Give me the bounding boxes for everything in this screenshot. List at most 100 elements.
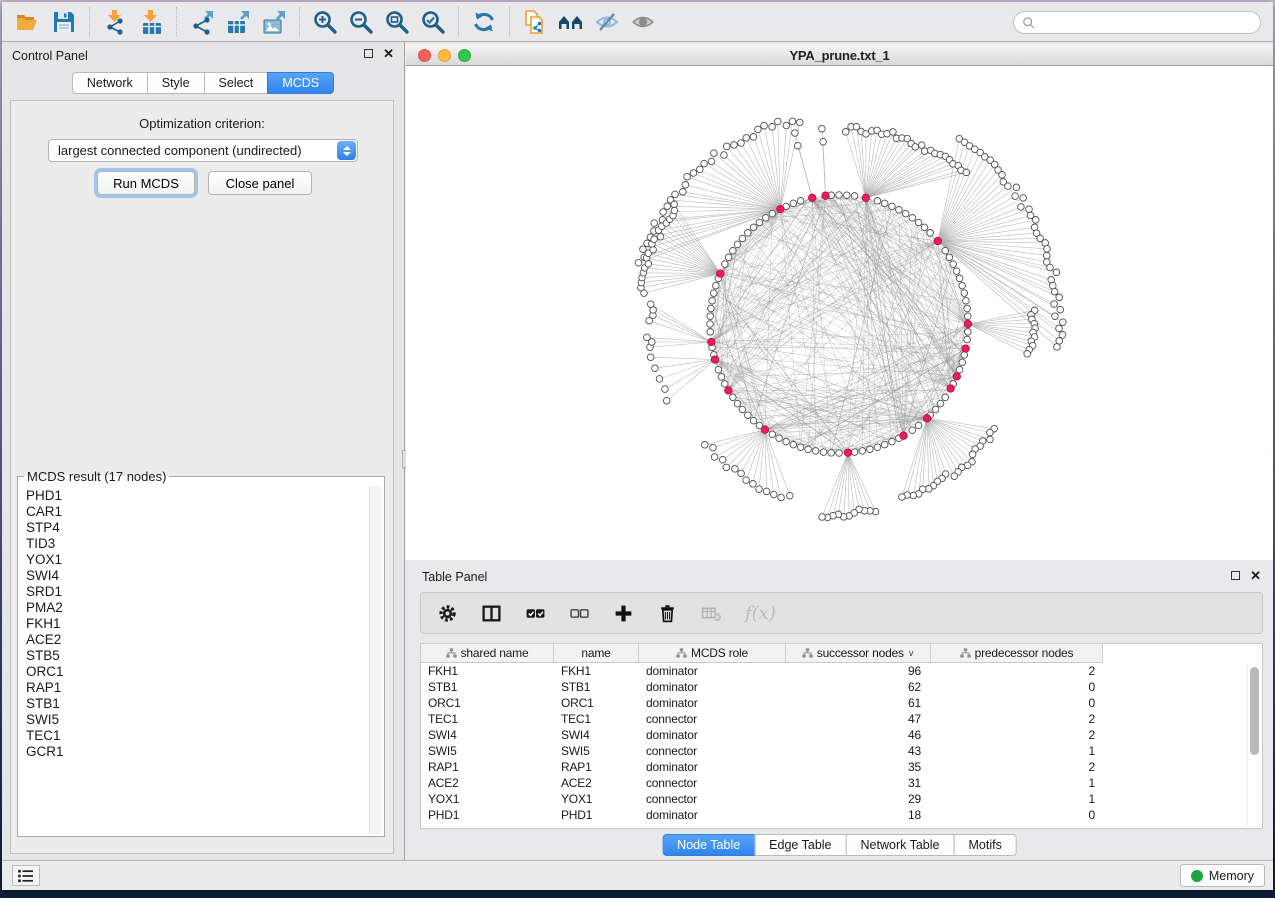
cell-successor-nodes[interactable]: 18: [786, 808, 931, 822]
table-row[interactable]: TEC1TEC1connector472: [421, 711, 1246, 727]
cell-name[interactable]: RAP1: [554, 760, 639, 774]
cell-predecessor-nodes[interactable]: 0: [931, 680, 1103, 694]
cell-name[interactable]: SWI5: [554, 744, 639, 758]
cell-name[interactable]: TEC1: [554, 712, 639, 726]
cell-MCDS-role[interactable]: connector: [639, 776, 786, 790]
add-column-icon[interactable]: [613, 603, 634, 624]
tab-select[interactable]: Select: [204, 72, 269, 94]
table-scrollbar-thumb[interactable]: [1250, 667, 1259, 755]
cell-predecessor-nodes[interactable]: 1: [931, 792, 1103, 806]
cell-successor-nodes[interactable]: 96: [786, 664, 931, 678]
table-row[interactable]: ORC1ORC1dominator610: [421, 695, 1246, 711]
mcds-result-item[interactable]: CAR1: [26, 504, 368, 520]
tab-network-table[interactable]: Network Table: [846, 834, 955, 856]
mcds-result-item[interactable]: STB1: [26, 696, 368, 712]
cell-MCDS-role[interactable]: connector: [639, 712, 786, 726]
mcds-result-item[interactable]: RAP1: [26, 680, 368, 696]
hide-selected-icon[interactable]: [592, 7, 622, 37]
table-scrollbar[interactable]: [1247, 664, 1261, 826]
column-header-successor-nodes[interactable]: successor nodes∨: [786, 644, 931, 663]
cell-predecessor-nodes[interactable]: 2: [931, 728, 1103, 742]
cell-name[interactable]: STB1: [554, 680, 639, 694]
open-file-icon[interactable]: [13, 7, 43, 37]
mcds-result-item[interactable]: ACE2: [26, 632, 368, 648]
task-history-button[interactable]: [12, 865, 40, 886]
optimization-criterion-select[interactable]: largest connected component (undirected): [48, 139, 358, 162]
import-network-icon[interactable]: [100, 7, 130, 37]
tab-edge-table[interactable]: Edge Table: [754, 834, 846, 856]
cell-successor-nodes[interactable]: 46: [786, 728, 931, 742]
cell-shared-name[interactable]: ACE2: [421, 776, 554, 790]
cell-name[interactable]: PHD1: [554, 808, 639, 822]
network-canvas[interactable]: [406, 66, 1273, 560]
cell-shared-name[interactable]: YOX1: [421, 792, 554, 806]
mcds-result-item[interactable]: STB5: [26, 648, 368, 664]
table-row[interactable]: YOX1YOX1connector291: [421, 791, 1246, 807]
cell-MCDS-role[interactable]: connector: [639, 792, 786, 806]
select-all-icon[interactable]: [525, 603, 546, 624]
cell-shared-name[interactable]: PHD1: [421, 808, 554, 822]
cell-predecessor-nodes[interactable]: 1: [931, 776, 1103, 790]
mcds-result-item[interactable]: SRD1: [26, 584, 368, 600]
cell-MCDS-role[interactable]: dominator: [639, 728, 786, 742]
deselect-all-icon[interactable]: [569, 603, 590, 624]
delete-table-icon[interactable]: [701, 603, 722, 624]
cell-name[interactable]: SWI4: [554, 728, 639, 742]
float-table-panel-icon[interactable]: [1231, 571, 1240, 580]
cell-shared-name[interactable]: FKH1: [421, 664, 554, 678]
mcds-result-item[interactable]: SWI5: [26, 712, 368, 728]
cell-successor-nodes[interactable]: 47: [786, 712, 931, 726]
mcds-result-list[interactable]: PHD1CAR1STP4TID3YOX1SWI4SRD1PMA2FKH1ACE2…: [20, 486, 368, 834]
export-table-icon[interactable]: [223, 7, 253, 37]
memory-button[interactable]: Memory: [1180, 864, 1265, 887]
zoom-in-icon[interactable]: [310, 7, 340, 37]
cell-successor-nodes[interactable]: 29: [786, 792, 931, 806]
column-header-predecessor-nodes[interactable]: predecessor nodes: [931, 644, 1103, 663]
cell-shared-name[interactable]: SWI5: [421, 744, 554, 758]
table-settings-icon[interactable]: [437, 603, 458, 624]
network-window-titlebar[interactable]: YPA_prune.txt_1: [406, 44, 1273, 66]
tab-network[interactable]: Network: [72, 72, 148, 94]
float-panel-icon[interactable]: [364, 49, 373, 58]
table-row[interactable]: SWI4SWI4dominator462: [421, 727, 1246, 743]
duplicate-network-icon[interactable]: [520, 7, 550, 37]
cell-MCDS-role[interactable]: dominator: [639, 680, 786, 694]
show-all-icon[interactable]: [628, 7, 658, 37]
cell-MCDS-role[interactable]: connector: [639, 744, 786, 758]
column-header-shared-name[interactable]: shared name: [421, 644, 554, 663]
mcds-result-item[interactable]: PMA2: [26, 600, 368, 616]
cell-predecessor-nodes[interactable]: 0: [931, 696, 1103, 710]
search-box[interactable]: [1013, 11, 1261, 34]
table-row[interactable]: SWI5SWI5connector431: [421, 743, 1246, 759]
table-row[interactable]: FKH1FKH1dominator962: [421, 663, 1246, 679]
cell-predecessor-nodes[interactable]: 0: [931, 808, 1103, 822]
mcds-result-item[interactable]: PHD1: [26, 488, 368, 504]
cell-successor-nodes[interactable]: 43: [786, 744, 931, 758]
mcds-result-item[interactable]: TID3: [26, 536, 368, 552]
cell-name[interactable]: ACE2: [554, 776, 639, 790]
search-input[interactable]: [1036, 12, 1260, 33]
tab-style[interactable]: Style: [147, 72, 205, 94]
mcds-result-item[interactable]: STP4: [26, 520, 368, 536]
tab-node-table[interactable]: Node Table: [662, 834, 755, 856]
tab-motifs[interactable]: Motifs: [953, 834, 1016, 856]
cell-name[interactable]: YOX1: [554, 792, 639, 806]
mcds-result-item[interactable]: ORC1: [26, 664, 368, 680]
mcds-result-item[interactable]: FKH1: [26, 616, 368, 632]
zoom-out-icon[interactable]: [346, 7, 376, 37]
table-row[interactable]: ACE2ACE2connector311: [421, 775, 1246, 791]
cell-MCDS-role[interactable]: dominator: [639, 760, 786, 774]
close-table-panel-icon[interactable]: ✕: [1250, 570, 1261, 581]
cell-shared-name[interactable]: STB1: [421, 680, 554, 694]
cell-shared-name[interactable]: ORC1: [421, 696, 554, 710]
cell-shared-name[interactable]: SWI4: [421, 728, 554, 742]
close-panel-button[interactable]: Close panel: [208, 171, 312, 195]
export-image-icon[interactable]: [259, 7, 289, 37]
mcds-result-item[interactable]: SWI4: [26, 568, 368, 584]
mcds-result-item[interactable]: YOX1: [26, 552, 368, 568]
save-session-icon[interactable]: [49, 7, 79, 37]
export-network-icon[interactable]: [187, 7, 217, 37]
cell-successor-nodes[interactable]: 62: [786, 680, 931, 694]
table-row[interactable]: PHD1PHD1dominator180: [421, 807, 1246, 823]
run-mcds-button[interactable]: Run MCDS: [97, 171, 195, 195]
